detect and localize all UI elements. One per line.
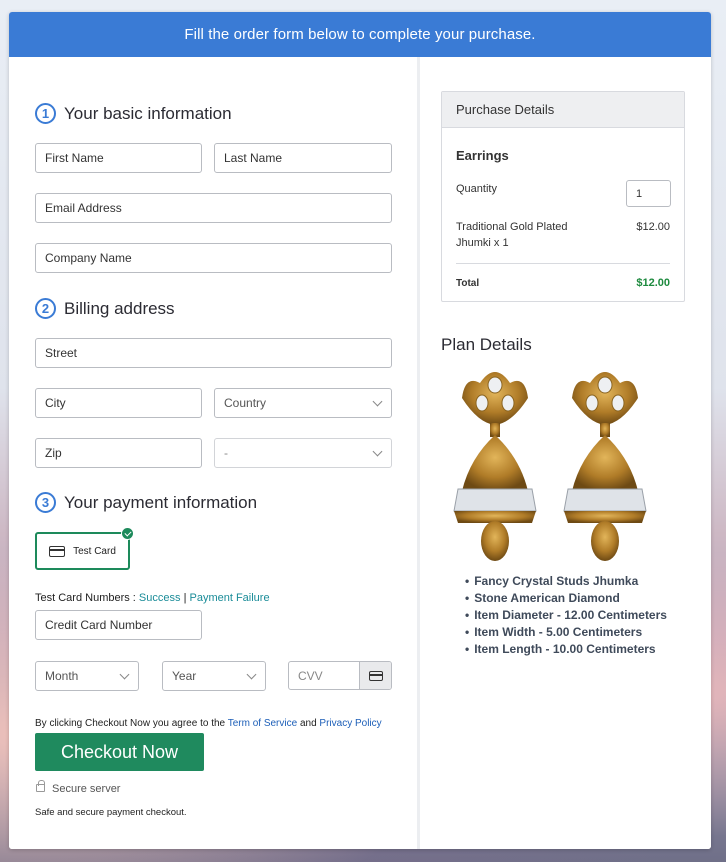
chevron-down-icon — [246, 669, 257, 679]
section-basic-info: 1 Your basic information — [35, 103, 232, 124]
checkout-now-button[interactable]: Checkout Now — [35, 733, 204, 771]
summary-column: Purchase Details Earrings Quantity 1 Tra… — [420, 57, 711, 849]
earrings-image — [453, 372, 647, 561]
test-card-numbers: Test Card Numbers : Success | Payment Fa… — [35, 592, 270, 604]
email-input[interactable]: Email Address — [35, 193, 392, 223]
list-item: Stone American Diamond — [465, 590, 667, 607]
total-label: Total — [456, 278, 480, 289]
test-card-option[interactable]: Test Card — [35, 527, 134, 570]
section-title: Your payment information — [64, 492, 258, 512]
section-payment: 3 Your payment information — [35, 492, 257, 513]
city-input[interactable]: City — [35, 388, 202, 418]
form-column: 1 Your basic information First Name Last… — [9, 57, 419, 849]
step-number-3: 3 — [35, 492, 56, 513]
year-select[interactable]: Year — [162, 661, 266, 691]
product-name: Earrings — [456, 148, 509, 163]
section-title: Billing address — [64, 298, 175, 318]
terms-of-service-link[interactable]: Term of Service — [228, 718, 297, 729]
street-input[interactable]: Street — [35, 338, 392, 368]
terms-text: By clicking Checkout Now you agree to th… — [35, 718, 382, 729]
item-name-line1: Traditional Gold Plated — [456, 221, 568, 233]
secure-server-text: Secure server — [52, 783, 121, 795]
credit-card-icon — [368, 670, 383, 681]
lock-icon — [36, 780, 45, 792]
purchase-details-box: Purchase Details Earrings Quantity 1 Tra… — [441, 91, 685, 302]
safe-checkout-text: Safe and secure payment checkout. — [35, 807, 187, 818]
year-select-value: Year — [172, 669, 197, 683]
quantity-input[interactable]: 1 — [626, 180, 671, 207]
payment-failure-link[interactable]: Payment Failure — [189, 592, 269, 604]
chevron-down-icon — [372, 396, 383, 406]
purchase-details-header: Purchase Details — [442, 92, 684, 128]
plan-details-title: Plan Details — [441, 335, 532, 354]
plan-features-list: Fancy Crystal Studs Jhumka Stone America… — [465, 573, 667, 658]
month-select[interactable]: Month — [35, 661, 139, 691]
credit-card-icon — [49, 545, 66, 557]
divider-line — [456, 263, 670, 264]
success-link[interactable]: Success — [139, 592, 181, 604]
state-select-value: - — [224, 446, 228, 460]
earring-left — [453, 372, 537, 561]
quantity-label: Quantity — [456, 183, 497, 195]
list-item: Item Diameter - 12.00 Centimeters — [465, 607, 667, 624]
last-name-input[interactable]: Last Name — [214, 143, 392, 173]
order-form-card: Fill the order form below to complete yo… — [9, 12, 711, 849]
chevron-down-icon — [372, 446, 383, 456]
step-number-2: 2 — [35, 298, 56, 319]
test-numbers-prefix: Test Card Numbers : — [35, 592, 139, 604]
cvv-input[interactable]: CVV — [289, 662, 359, 689]
company-input[interactable]: Company Name — [35, 243, 392, 273]
list-item: Fancy Crystal Studs Jhumka — [465, 573, 667, 590]
list-item: Item Length - 10.00 Centimeters — [465, 641, 667, 658]
month-select-value: Month — [45, 669, 79, 683]
zip-input[interactable]: Zip — [35, 438, 202, 468]
section-billing: 2 Billing address — [35, 298, 175, 319]
cvv-card-icon-box — [359, 662, 391, 689]
privacy-policy-link[interactable]: Privacy Policy — [319, 718, 381, 729]
list-item: Item Width - 5.00 Centimeters — [465, 624, 667, 641]
separator: | — [183, 592, 187, 604]
step-number-1: 1 — [35, 103, 56, 124]
item-name-line2: Jhumki x 1 — [456, 237, 509, 249]
terms-prefix: By clicking Checkout Now you agree to th… — [35, 718, 228, 729]
check-icon — [121, 527, 134, 540]
state-select[interactable]: - — [214, 438, 392, 468]
section-title: Your basic information — [64, 103, 232, 123]
cvv-field[interactable]: CVV — [288, 661, 392, 690]
first-name-input[interactable]: First Name — [35, 143, 202, 173]
chevron-down-icon — [119, 669, 130, 679]
terms-and: and — [297, 718, 320, 729]
country-select-value: Country — [224, 396, 267, 410]
country-select[interactable]: Country — [214, 388, 392, 418]
test-card-label: Test Card — [73, 545, 116, 557]
total-value: $12.00 — [636, 277, 670, 289]
item-price: $12.00 — [636, 221, 670, 233]
header-banner: Fill the order form below to complete yo… — [9, 12, 711, 57]
earring-right — [563, 372, 647, 561]
card-number-input[interactable]: Credit Card Number — [35, 610, 202, 640]
